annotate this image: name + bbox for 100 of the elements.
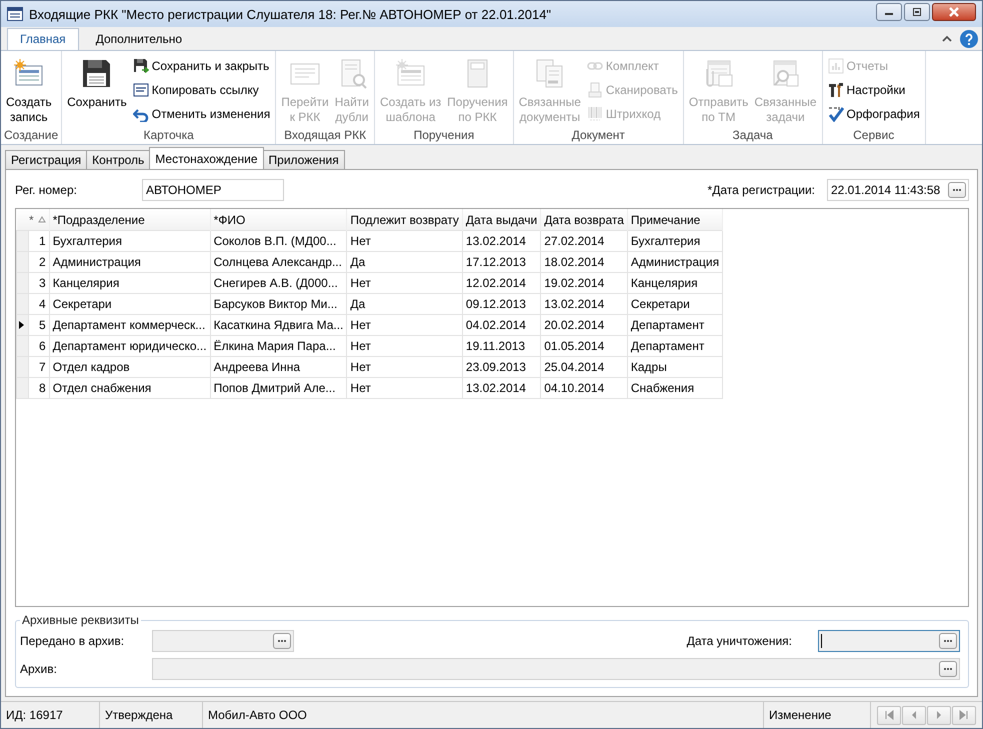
ribbon-button[interactable]: Настройки (826, 79, 922, 101)
table-cell: Департамент (627, 314, 723, 336)
table-cell: Попов Дмитрий Але... (210, 378, 347, 398)
column-header[interactable]: Дата выдачи (462, 209, 541, 230)
ribbon-button[interactable]: Копировать ссылку (130, 79, 272, 101)
maximize-button[interactable] (904, 3, 930, 21)
table-cell: Да (346, 252, 462, 272)
triangle-right-icon (934, 710, 944, 720)
column-header[interactable]: Дата возврата (540, 209, 628, 230)
table-cell: 18.02.2014 (540, 252, 628, 272)
help-button[interactable] (960, 30, 978, 48)
ribbon-button[interactable]: Сохранить и закрыть (130, 55, 272, 77)
column-header[interactable]: *Подразделение (49, 209, 210, 230)
field-label: *Дата регистрации: (708, 183, 815, 197)
table-cell: Касаткина Ядвига Ма... (210, 314, 347, 336)
column-header[interactable]: Подлежит возврату (346, 209, 462, 230)
row-number: 1 (28, 230, 50, 252)
table-cell: Департамент (627, 336, 723, 356)
table-cell: Отдел снабжения (49, 378, 210, 398)
table-cell: 19.02.2014 (540, 272, 628, 294)
ribbon-tab[interactable]: Дополнительно (82, 28, 196, 50)
table-cell: Да (346, 294, 462, 314)
field-label: Архив: (20, 662, 58, 676)
ellipsis-button[interactable] (939, 661, 957, 677)
skip-end-icon (959, 710, 969, 720)
previous-record-button[interactable] (902, 706, 926, 724)
table-cell: 13.02.2014 (462, 378, 541, 398)
document-tab[interactable]: Контроль (86, 150, 150, 169)
row-indicator[interactable] (16, 314, 28, 336)
table-cell: Снегирев А.В. (Д000... (210, 272, 347, 294)
group-label: Карточка (142, 128, 195, 144)
ribbon-button[interactable]: Сохранить (65, 55, 129, 112)
table-cell: Секретари (49, 294, 210, 314)
table-cell: Канцелярия (49, 272, 210, 294)
current-row-icon (19, 321, 24, 329)
document-tab[interactable]: Приложения (262, 150, 345, 169)
group-title: Архивные реквизиты (21, 613, 140, 627)
row-number: 7 (28, 356, 50, 378)
row-number: 8 (28, 378, 50, 398)
close-button[interactable] (932, 3, 976, 21)
table-cell: Департамент коммерческ... (49, 314, 210, 336)
ribbon-button[interactable]: Орфография (826, 103, 922, 125)
document-tab[interactable]: Регистрация (5, 150, 88, 169)
collapse-ribbon-button[interactable] (942, 35, 952, 42)
table-cell: Ёлкина Мария Пара... (210, 336, 347, 356)
row-number: 6 (28, 336, 50, 356)
last-record-button[interactable] (952, 706, 976, 724)
barcode-icon (586, 106, 603, 122)
skip-start-icon (884, 710, 894, 720)
table-cell: Секретари (627, 294, 723, 314)
ribbon-button[interactable]: Отменить изменения (130, 103, 272, 125)
input-field[interactable] (818, 630, 960, 652)
table-cell: 13.02.2014 (462, 230, 541, 252)
row-number: 4 (28, 294, 50, 314)
ribbon-tab[interactable]: Главная (7, 28, 79, 50)
scanner-icon (586, 82, 603, 98)
document-tab[interactable]: Местонахождение (149, 147, 264, 169)
first-record-button[interactable] (877, 706, 901, 724)
status-text: Изменение (764, 702, 871, 728)
window-title: Входящие РКК "Место регистрации Слушателя 18: Рег.№ АВТОНОМЕР от 22.01.2014" (29, 6, 552, 22)
column-header[interactable]: *ФИО (210, 209, 347, 230)
caret-up-icon (942, 35, 952, 42)
next-record-button[interactable] (927, 706, 951, 724)
table-cell: Нет (346, 230, 462, 252)
row-number: 3 (28, 272, 50, 294)
table-cell: Снабжения (627, 378, 723, 398)
table-cell: Андреева Инна (210, 356, 347, 378)
table-cell: Нет (346, 314, 462, 336)
group-label: Задача (732, 128, 774, 144)
table-cell: 20.02.2014 (540, 314, 628, 336)
table-cell: 27.02.2014 (540, 230, 628, 252)
table-cell: 17.12.2013 (462, 252, 541, 272)
field-label: Передано в архив: (20, 634, 126, 648)
group-label: Документ (570, 128, 626, 144)
help-icon (964, 32, 974, 44)
table-cell: Администрация (627, 252, 723, 272)
tools-icon (828, 82, 844, 98)
chart-icon (828, 58, 844, 74)
field-label: Рег. номер: (15, 183, 78, 197)
table-cell: Канцелярия (627, 272, 723, 294)
minimize-button[interactable] (876, 3, 902, 21)
status-text: ИД: 16917 (1, 702, 100, 728)
text-field-icon (132, 82, 149, 98)
ellipsis-button[interactable] (273, 633, 291, 649)
table-cell: Бухгалтерия (627, 230, 723, 252)
table-cell: 09.12.2013 (462, 294, 541, 314)
ribbon-button[interactable]: Создать запись (4, 55, 54, 127)
column-header[interactable]: Примечание (627, 209, 723, 230)
window-icon (7, 7, 23, 21)
ellipsis-button[interactable] (939, 633, 957, 649)
table-cell: Солнцева Александр... (210, 252, 347, 272)
date-field[interactable]: 22.01.2014 11:43:58 (827, 179, 969, 201)
table-cell: 23.09.2013 (462, 356, 541, 378)
close-icon (948, 7, 960, 17)
reg-number-field[interactable]: АВТОНОМЕР (142, 179, 284, 201)
ellipsis-button[interactable] (948, 182, 966, 198)
table-cell: 04.02.2014 (462, 314, 541, 336)
table-cell: Бухгалтерия (49, 230, 210, 252)
group-label: Входящая РКК (283, 128, 368, 144)
table-cell: Департамент юридическо... (49, 336, 210, 356)
